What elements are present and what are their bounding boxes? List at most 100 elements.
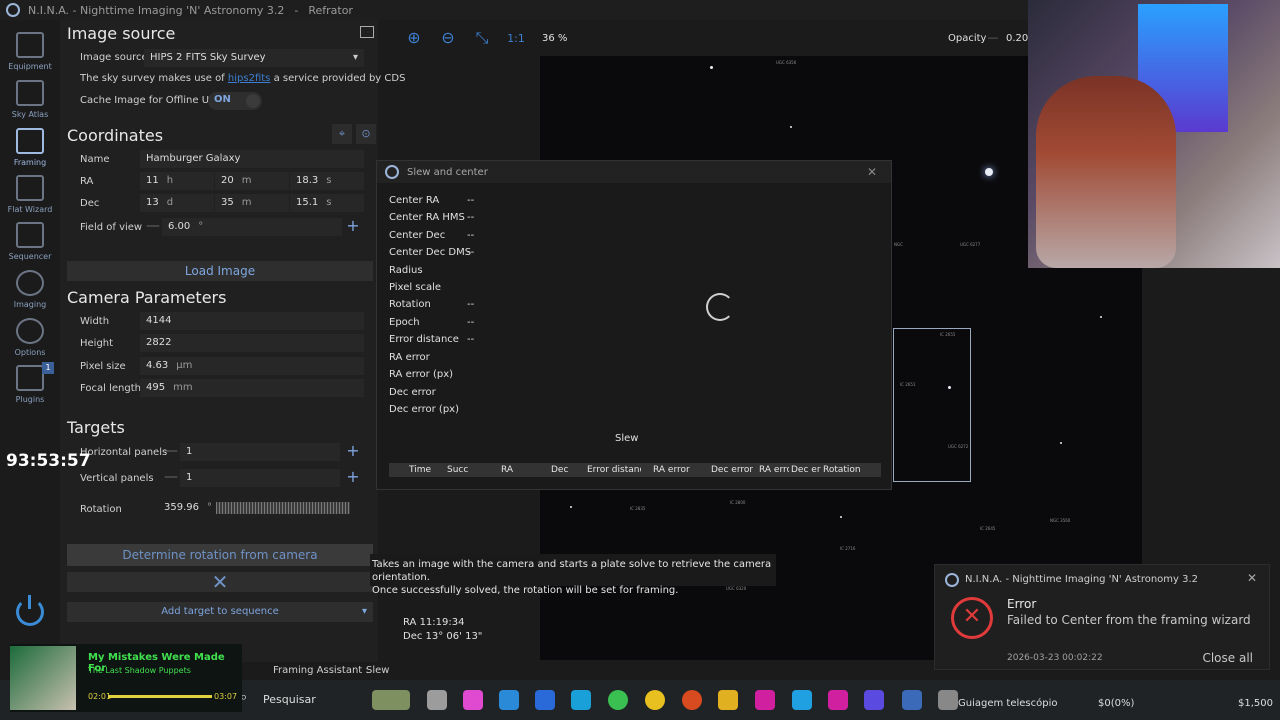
width-field[interactable]: 4144 <box>140 312 364 330</box>
cache-toggle[interactable]: ON <box>208 92 262 110</box>
cancel-x-icon[interactable]: ✕ <box>67 572 373 592</box>
dec-seconds-field[interactable]: 15.1 s <box>290 194 364 212</box>
close-icon[interactable]: ✕ <box>1247 571 1257 585</box>
hpanels-plus-button[interactable]: + <box>344 443 362 461</box>
col-dec-error-2[interactable]: Dec erro <box>789 463 821 477</box>
origin-icon[interactable] <box>682 690 702 710</box>
fov-plus-button[interactable]: + <box>344 218 362 236</box>
dec-degrees-field[interactable]: 13 d <box>140 194 214 212</box>
overlay-dec: Dec 13° 06' 13" <box>403 631 483 642</box>
close-all-button[interactable]: Close all <box>1202 651 1253 665</box>
coordinates-heading: Coordinates <box>67 126 164 145</box>
webcam-feed <box>1028 0 1280 268</box>
opacity-minus-button[interactable]: — <box>984 31 1002 47</box>
folder-icon[interactable] <box>718 690 738 710</box>
location-icon[interactable]: ⊙ <box>356 124 376 144</box>
ra-hours-field[interactable]: 11 h <box>140 172 214 190</box>
col-ra-error[interactable]: RA error <box>641 463 697 477</box>
col-error-distance[interactable]: Error distance <box>575 463 641 477</box>
load-image-button[interactable]: Load Image <box>67 261 373 281</box>
error-toast: N.I.N.A. - Nighttime Imaging 'N' Astrono… <box>934 564 1270 670</box>
guiding-label[interactable]: Guiagem telescópio <box>958 698 1058 709</box>
nav-equipment[interactable]: Equipment <box>0 32 60 71</box>
book-icon[interactable] <box>360 26 374 38</box>
pixel-size-field[interactable]: 4.63 µm <box>140 357 364 375</box>
name-field[interactable]: Hamburger Galaxy <box>140 150 364 168</box>
one-to-one-button[interactable]: 1:1 <box>504 28 528 50</box>
weather-widget-icon[interactable] <box>372 690 410 710</box>
image-source-label: Image source <box>80 52 148 63</box>
file-explorer-icon[interactable] <box>427 690 447 710</box>
nav-label: Imaging <box>13 300 47 309</box>
image-source-select[interactable]: HIPS 2 FITS Sky Survey ▾ <box>144 49 364 67</box>
nina-taskbar-icon[interactable] <box>902 690 922 710</box>
col-ra-error-2[interactable]: RA erro <box>753 463 789 477</box>
col-dec-error[interactable]: Dec error <box>697 463 753 477</box>
framing-rectangle[interactable] <box>893 328 971 482</box>
chrome-icon[interactable] <box>645 690 665 710</box>
zoom-in-icon[interactable]: ⊕ <box>402 28 426 50</box>
value: 359.96 <box>164 502 199 513</box>
hips2fits-link[interactable]: hips2fits <box>228 73 270 84</box>
app-icon[interactable] <box>792 690 812 710</box>
nav-sky-atlas[interactable]: Sky Atlas <box>0 80 60 119</box>
app-icon[interactable] <box>828 690 848 710</box>
store-icon[interactable] <box>535 690 555 710</box>
col-rotation[interactable]: Rotation <box>821 463 861 477</box>
nav-flat-wizard[interactable]: Flat Wizard <box>0 175 60 214</box>
fov-field[interactable]: 6.00 ° <box>162 218 342 236</box>
whatsapp-icon[interactable] <box>608 690 628 710</box>
nav-sequencer[interactable]: Sequencer <box>0 222 60 261</box>
dec-minutes-field[interactable]: 35 m <box>215 194 289 212</box>
nav-options[interactable]: Options <box>0 318 60 357</box>
add-target-button[interactable]: Add target to sequence ▾ <box>67 602 373 622</box>
song-progress <box>108 695 212 698</box>
vpanels-label: Vertical panels <box>80 473 154 484</box>
app-icon[interactable] <box>571 690 591 710</box>
vpanels-minus-button[interactable]: — <box>162 469 180 487</box>
focal-length-field[interactable]: 495 mm <box>140 379 364 397</box>
taskbar-search[interactable]: Pesquisar <box>263 693 316 706</box>
framing-toolbar: ⊕ ⊖ ⤡ 1:1 36 % Opacity — 0.20 <box>392 20 1032 56</box>
hpanels-field[interactable]: 1 <box>180 443 340 461</box>
col-success[interactable]: Succ <box>433 463 479 477</box>
camera-heading: Camera Parameters <box>67 288 227 307</box>
col-ra[interactable]: RA <box>479 463 529 477</box>
ra-seconds-field[interactable]: 18.3 s <box>290 172 364 190</box>
obs-icon[interactable] <box>755 690 775 710</box>
slew-button[interactable]: Slew <box>615 433 638 444</box>
height-field[interactable]: 2822 <box>140 334 364 352</box>
nav-imaging[interactable]: Imaging <box>0 270 60 309</box>
zoom-out-icon[interactable]: ⊖ <box>436 28 460 50</box>
chevron-down-icon: ▾ <box>352 52 358 63</box>
nav-framing[interactable]: Framing <box>0 128 60 167</box>
power-icon[interactable] <box>16 595 44 626</box>
copilot-icon[interactable] <box>463 690 483 710</box>
fov-minus-button[interactable]: — <box>144 218 162 236</box>
center-ra-hms-value: -- <box>467 212 475 223</box>
zoom-level: 36 % <box>542 33 568 44</box>
target-icon[interactable]: ⌖ <box>332 124 352 144</box>
vpanels-field[interactable]: 1 <box>180 469 340 487</box>
edge-icon[interactable] <box>499 690 519 710</box>
vpanels-plus-button[interactable]: + <box>344 469 362 487</box>
col-time[interactable]: Time <box>389 463 433 477</box>
add-target-label: Add target to sequence <box>161 606 279 617</box>
determine-rotation-button[interactable]: Determine rotation from camera <box>67 544 373 566</box>
guiding-icon[interactable] <box>938 690 958 710</box>
unit: m <box>241 197 252 208</box>
rotation-value: 359.96 ° <box>164 502 212 513</box>
imaging-icon <box>16 270 44 296</box>
value: 18.3 <box>296 175 319 186</box>
col-dec[interactable]: Dec <box>529 463 575 477</box>
rotation-slider[interactable] <box>216 502 350 514</box>
toast-heading: Error <box>1007 597 1037 611</box>
taskbar-stat: $0(0%) <box>1098 698 1135 709</box>
results-table-header: Time Succ RA Dec Error distance RA error… <box>389 463 881 477</box>
fit-icon[interactable]: ⤡ <box>470 28 494 50</box>
close-icon[interactable]: ✕ <box>867 165 877 179</box>
ra-minutes-field[interactable]: 20 m <box>215 172 289 190</box>
hpanels-minus-button[interactable]: — <box>162 443 180 461</box>
stellarium-icon[interactable] <box>864 690 884 710</box>
flat-icon <box>16 175 44 201</box>
